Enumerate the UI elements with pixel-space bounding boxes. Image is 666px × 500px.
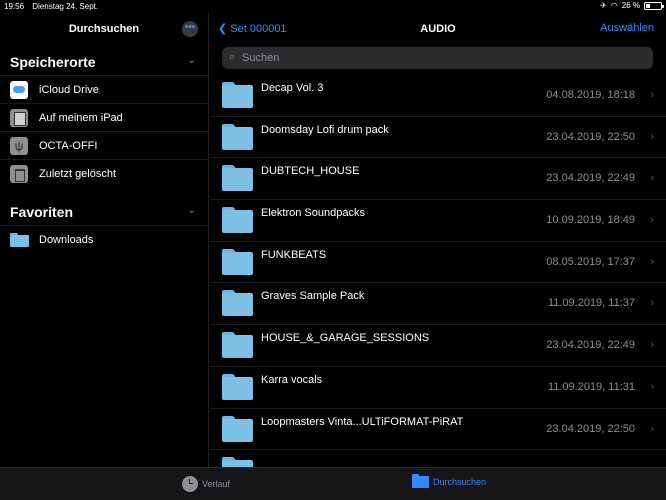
folder-icon [222, 457, 253, 467]
file-row[interactable]: Graves Sample Pack 11.09.2019, 11:37 › [210, 283, 666, 326]
folder-icon [222, 290, 253, 317]
file-row[interactable]: DUBTECH_HOUSE 23.04.2019, 22:49 › [210, 158, 666, 201]
chevron-right-icon: › [650, 130, 654, 143]
ipad-icon [10, 109, 28, 127]
file-row[interactable]: Doomsday Lofi drum pack 23.04.2019, 22:50… [210, 117, 666, 159]
file-name: Graves Sample Pack [261, 290, 365, 303]
sidebar-header: Durchsuchen ••• [0, 13, 208, 45]
tab-bar: Verlauf Durchsuchen [0, 467, 666, 500]
more-options-button[interactable]: ••• [182, 21, 198, 37]
folder-icon [222, 123, 253, 150]
file-row[interactable]: Decap Vol. 3 04.08.2019, 18:18 › [210, 75, 666, 117]
sidebar-item-label: Auf meinem iPad [39, 112, 123, 124]
file-name: Elektron Soundpacks [261, 207, 365, 220]
trash-icon [10, 165, 28, 183]
chevron-down-icon: ⌄ [187, 205, 196, 216]
sidebar-item-label: OCTA-OFFI [39, 140, 98, 152]
file-date: 23.04.2019, 22:49 [546, 339, 635, 352]
sidebar-item-label: Downloads [39, 234, 94, 246]
status-date: Dienstag 24. Sept. [32, 2, 99, 11]
page-title: AUDIO [420, 23, 456, 35]
file-date: 04.08.2019, 18:18 [546, 89, 635, 101]
file-name: Decap Vol. 3 [261, 82, 324, 94]
file-name: DUBTECH_HOUSE [261, 165, 360, 178]
usb-icon: ψ [10, 137, 28, 155]
chevron-down-icon: ⌄ [187, 55, 196, 66]
sidebar-item-icloud-drive[interactable]: iCloud Drive [0, 75, 208, 103]
sidebar-item-recently-deleted[interactable]: Zuletzt gelöscht [0, 159, 208, 187]
chevron-right-icon: › [650, 380, 654, 393]
file-row[interactable]: HOUSE_&_GARAGE_SESSIONS 23.04.2019, 22:49… [210, 325, 666, 367]
file-name: Karra vocals [261, 373, 323, 386]
sidebar-item-downloads[interactable]: Downloads [0, 225, 208, 253]
sidebar-item-label: iCloud Drive [39, 84, 99, 96]
chevron-right-icon: › [650, 214, 654, 227]
sidebar-title: Durchsuchen [68, 23, 140, 35]
folder-icon [222, 415, 253, 442]
file-name: FUNKBEATS [261, 248, 327, 261]
folder-icon [222, 165, 253, 192]
sidebar: Durchsuchen ••• Speicherorte ⌄ iCloud Dr… [0, 13, 209, 467]
file-name: Loopmasters Vinta...ULTiFORMAT-PiRAT [261, 415, 464, 428]
search-icon: ⌕ [229, 51, 236, 63]
status-right: ✈ ◠ 26 % [600, 1, 664, 10]
status-left: 19:56 Dienstag 24. Sept. [4, 2, 104, 11]
chevron-right-icon: › [650, 422, 654, 435]
chevron-right-icon: › [650, 339, 654, 352]
main-panel: ❮ Set 000001 AUDIO Auswählen ⌕ Decap Vol… [210, 13, 666, 467]
file-date: 08.05.2019, 17:37 [546, 255, 635, 268]
section-header-favoriten[interactable]: Favoriten ⌄ [0, 195, 208, 225]
file-row[interactable]: › [210, 450, 666, 467]
file-date: 23.04.2019, 22:50 [546, 130, 635, 143]
navigation-bar: ❮ Set 000001 AUDIO Auswählen [210, 13, 666, 45]
section-title: Speicherorte [10, 54, 96, 70]
file-name: HOUSE_&_GARAGE_SESSIONS [261, 332, 430, 345]
file-list: Decap Vol. 3 04.08.2019, 18:18 › Doomsday L… [210, 75, 666, 467]
tab-recent[interactable]: Verlauf [182, 476, 230, 492]
file-row[interactable]: Karra vocals 11.09.2019, 11:31 › [210, 367, 666, 409]
file-date: 23.04.2019, 22:50 [546, 422, 635, 435]
folder-icon [10, 231, 29, 249]
tab-label: Durchsuchen [433, 477, 487, 487]
file-date: 10.09.2019, 18:49 [546, 214, 635, 227]
folder-icon [222, 82, 253, 108]
chevron-right-icon: › [650, 172, 654, 185]
folder-icon [222, 332, 253, 359]
airplane-icon: ✈ [600, 1, 607, 10]
file-row[interactable]: Elektron Soundpacks 10.09.2019, 18:49 › [210, 200, 666, 242]
battery-fill [646, 3, 650, 8]
ellipsis-icon: ••• [184, 22, 196, 33]
wifi-icon: ◠ [610, 1, 618, 10]
battery-icon [644, 1, 664, 10]
status-time: 19:56 [4, 2, 25, 11]
chevron-right-icon: › [650, 255, 654, 268]
folder-icon [412, 474, 429, 488]
icloud-icon [10, 81, 28, 99]
folder-icon [222, 207, 253, 234]
chevron-right-icon: › [650, 297, 654, 310]
search-input[interactable] [242, 49, 642, 67]
file-date: 11.09.2019, 11:31 [547, 380, 635, 393]
file-date: 11.09.2019, 11:37 [547, 297, 635, 310]
sidebar-item-label: Zuletzt gelöscht [39, 168, 117, 180]
file-row[interactable]: FUNKBEATS 08.05.2019, 17:37 › [210, 242, 666, 284]
file-row[interactable]: Loopmasters Vinta...ULTiFORMAT-PiRAT 23.0… [210, 409, 666, 451]
folder-icon [222, 248, 253, 275]
sidebar-item-on-my-ipad[interactable]: Auf meinem iPad [0, 103, 208, 131]
chevron-right-icon: › [650, 89, 654, 101]
search-bar[interactable]: ⌕ [222, 47, 653, 69]
tab-label: Verlauf [202, 479, 231, 489]
file-date: 23.04.2019, 22:49 [546, 172, 635, 185]
file-name: Doomsday Lofi drum pack [261, 123, 389, 136]
section-title: Favoriten [10, 204, 74, 220]
tab-browse[interactable]: Durchsuchen [412, 474, 487, 488]
folder-icon [222, 373, 253, 400]
clock-icon [182, 476, 198, 492]
section-header-speicherorte[interactable]: Speicherorte ⌄ [0, 45, 208, 75]
sidebar-item-octa-offi[interactable]: ψ OCTA-OFFI [0, 131, 208, 159]
select-button[interactable]: Auswählen [600, 22, 654, 34]
status-bar: 19:56 Dienstag 24. Sept. ✈ ◠ 26 % [0, 0, 666, 13]
battery-percent: 26 % [621, 1, 640, 10]
